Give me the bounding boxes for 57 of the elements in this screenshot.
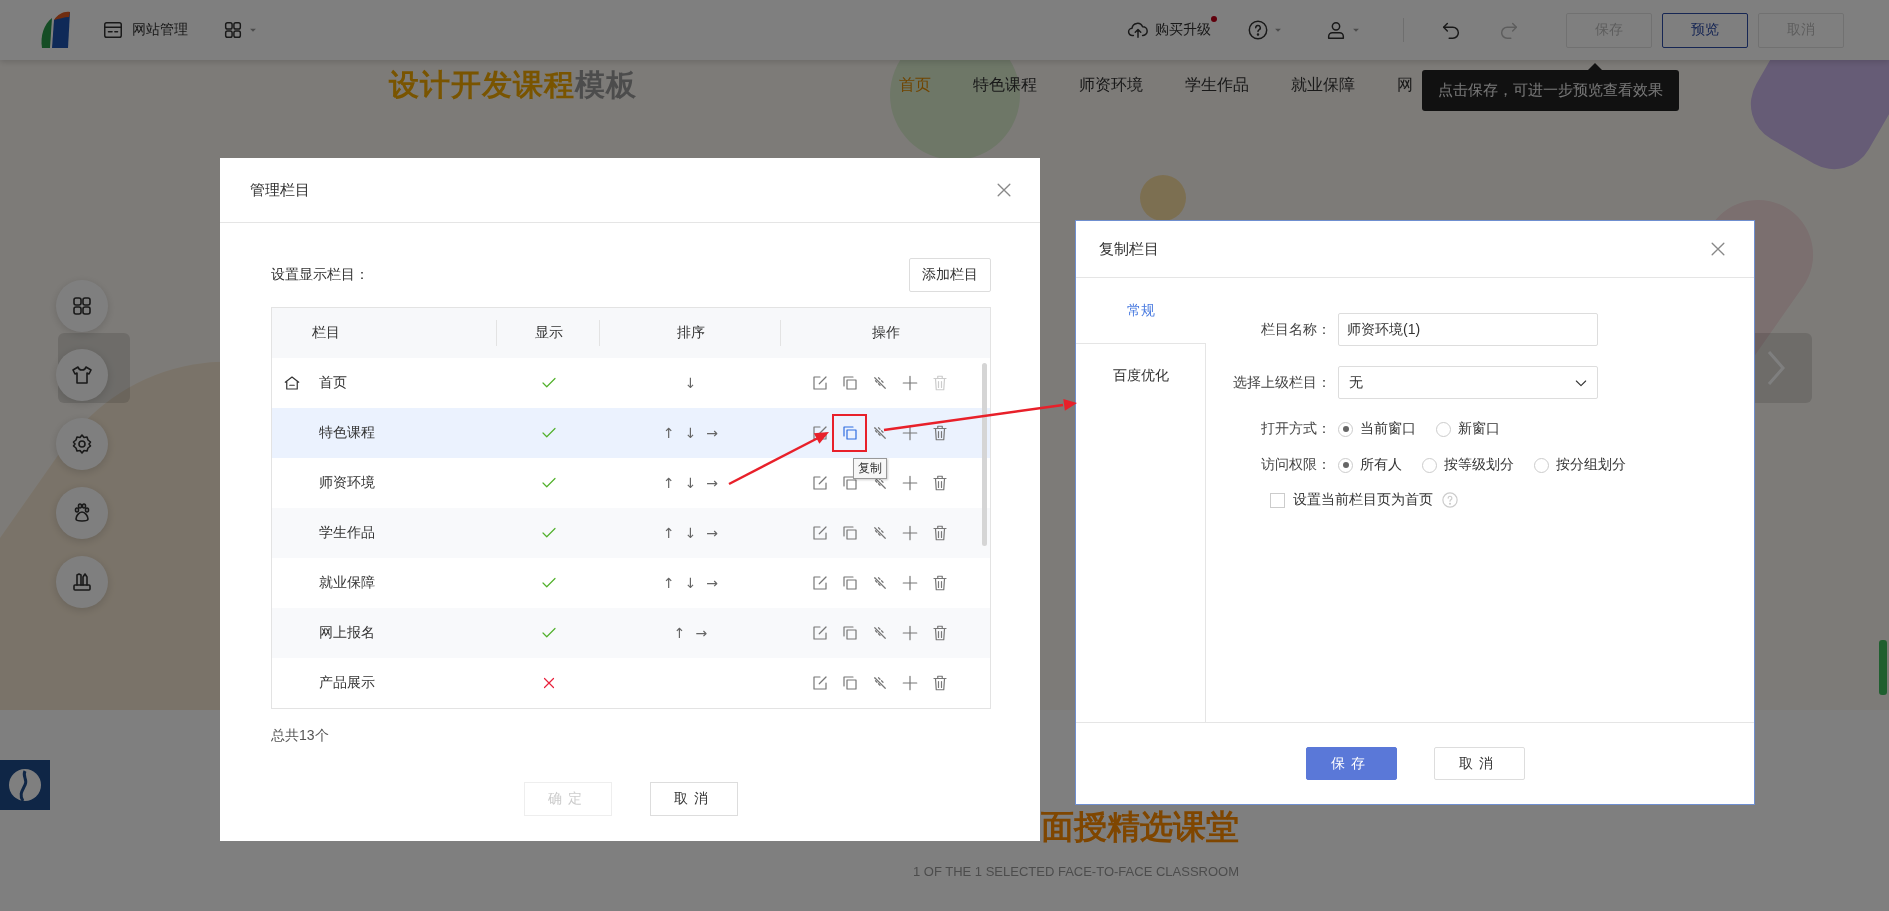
sort-arrow[interactable]: ↑	[659, 525, 678, 541]
dialog-button[interactable]: 保存	[1305, 747, 1397, 780]
toolbar-button[interactable]: 预览	[1662, 12, 1748, 48]
section-title: 面授精选课堂	[1041, 807, 1239, 847]
field-label: 选择上级栏目：	[1232, 373, 1331, 392]
field-label: 访问权限：	[1260, 456, 1331, 474]
sort-arrow[interactable]: →	[703, 575, 722, 591]
dialog-button[interactable]: 取消	[650, 782, 738, 816]
nav-item[interactable]: 就业保障	[1291, 74, 1355, 96]
site-menu[interactable]: 网站管理	[132, 21, 188, 39]
sort-arrow[interactable]: ↑	[659, 575, 678, 591]
sort-arrow[interactable]: →	[692, 625, 711, 641]
caption: 设置显示栏目：	[271, 266, 369, 284]
table-row[interactable]: 学生作品 ↑ ↓ →	[272, 508, 990, 558]
radio-label[interactable]: 新窗口	[1458, 420, 1500, 438]
nav-item[interactable]: 学生作品	[1185, 74, 1249, 96]
column-name: 学生作品	[319, 524, 375, 542]
field-label: 打开方式：	[1260, 420, 1331, 438]
column-name: 特色课程	[319, 424, 375, 442]
dialog-button[interactable]: 取消	[1433, 747, 1525, 780]
table-row[interactable]: 网上报名 ↑ →	[272, 608, 990, 658]
parent-select[interactable]: 无	[1338, 366, 1598, 399]
column-header: 操作	[871, 324, 900, 342]
nav-item[interactable]: 师资环境	[1079, 74, 1143, 96]
column-name: 产品展示	[319, 674, 375, 692]
sort-arrow[interactable]: ↑	[670, 625, 689, 641]
sort-arrow[interactable]: →	[703, 425, 722, 441]
radio-label[interactable]: 按等级划分	[1444, 456, 1514, 474]
radio-label[interactable]: 当前窗口	[1360, 420, 1416, 438]
column-name: 网上报名	[319, 624, 375, 642]
name-field[interactable]: 师资环境(1)	[1338, 313, 1598, 346]
nav-item[interactable]: 网	[1397, 74, 1413, 96]
column-header: 排序	[676, 324, 705, 342]
add-button[interactable]: 添加栏目	[909, 258, 991, 292]
dialog-title: 复制栏目	[1099, 239, 1159, 259]
radio-label[interactable]: 按分组划分	[1556, 456, 1626, 474]
tooltip: 复制	[852, 458, 887, 479]
sort-arrow[interactable]: ↓	[681, 425, 700, 441]
upgrade-link[interactable]: 购买升级	[1155, 21, 1211, 39]
checkbox-label[interactable]: 设置当前栏目页为首页	[1293, 491, 1433, 509]
sort-arrow[interactable]: ↓	[681, 575, 700, 591]
sort-arrow[interactable]: ↑	[659, 425, 678, 441]
tab[interactable]: 常规	[1076, 278, 1206, 343]
dialog-title: 管理栏目	[250, 180, 310, 200]
total-count: 总共13个	[271, 727, 330, 745]
sort-arrow[interactable]: ↓	[681, 525, 700, 541]
column-name: 就业保障	[319, 574, 375, 592]
column-header: 栏目	[312, 324, 340, 342]
column-header: 显示	[534, 324, 563, 342]
tab[interactable]: 百度优化	[1076, 343, 1206, 408]
tooltip: 点击保存，可进一步预览查看效果	[1422, 63, 1679, 111]
column-name: 首页	[319, 374, 347, 392]
field-label: 栏目名称：	[1260, 320, 1331, 339]
sort-arrow[interactable]: ↓	[681, 375, 700, 391]
nav-item[interactable]: 特色课程	[973, 74, 1037, 96]
radio-label[interactable]: 所有人	[1360, 456, 1402, 474]
sort-arrow[interactable]: →	[703, 525, 722, 541]
